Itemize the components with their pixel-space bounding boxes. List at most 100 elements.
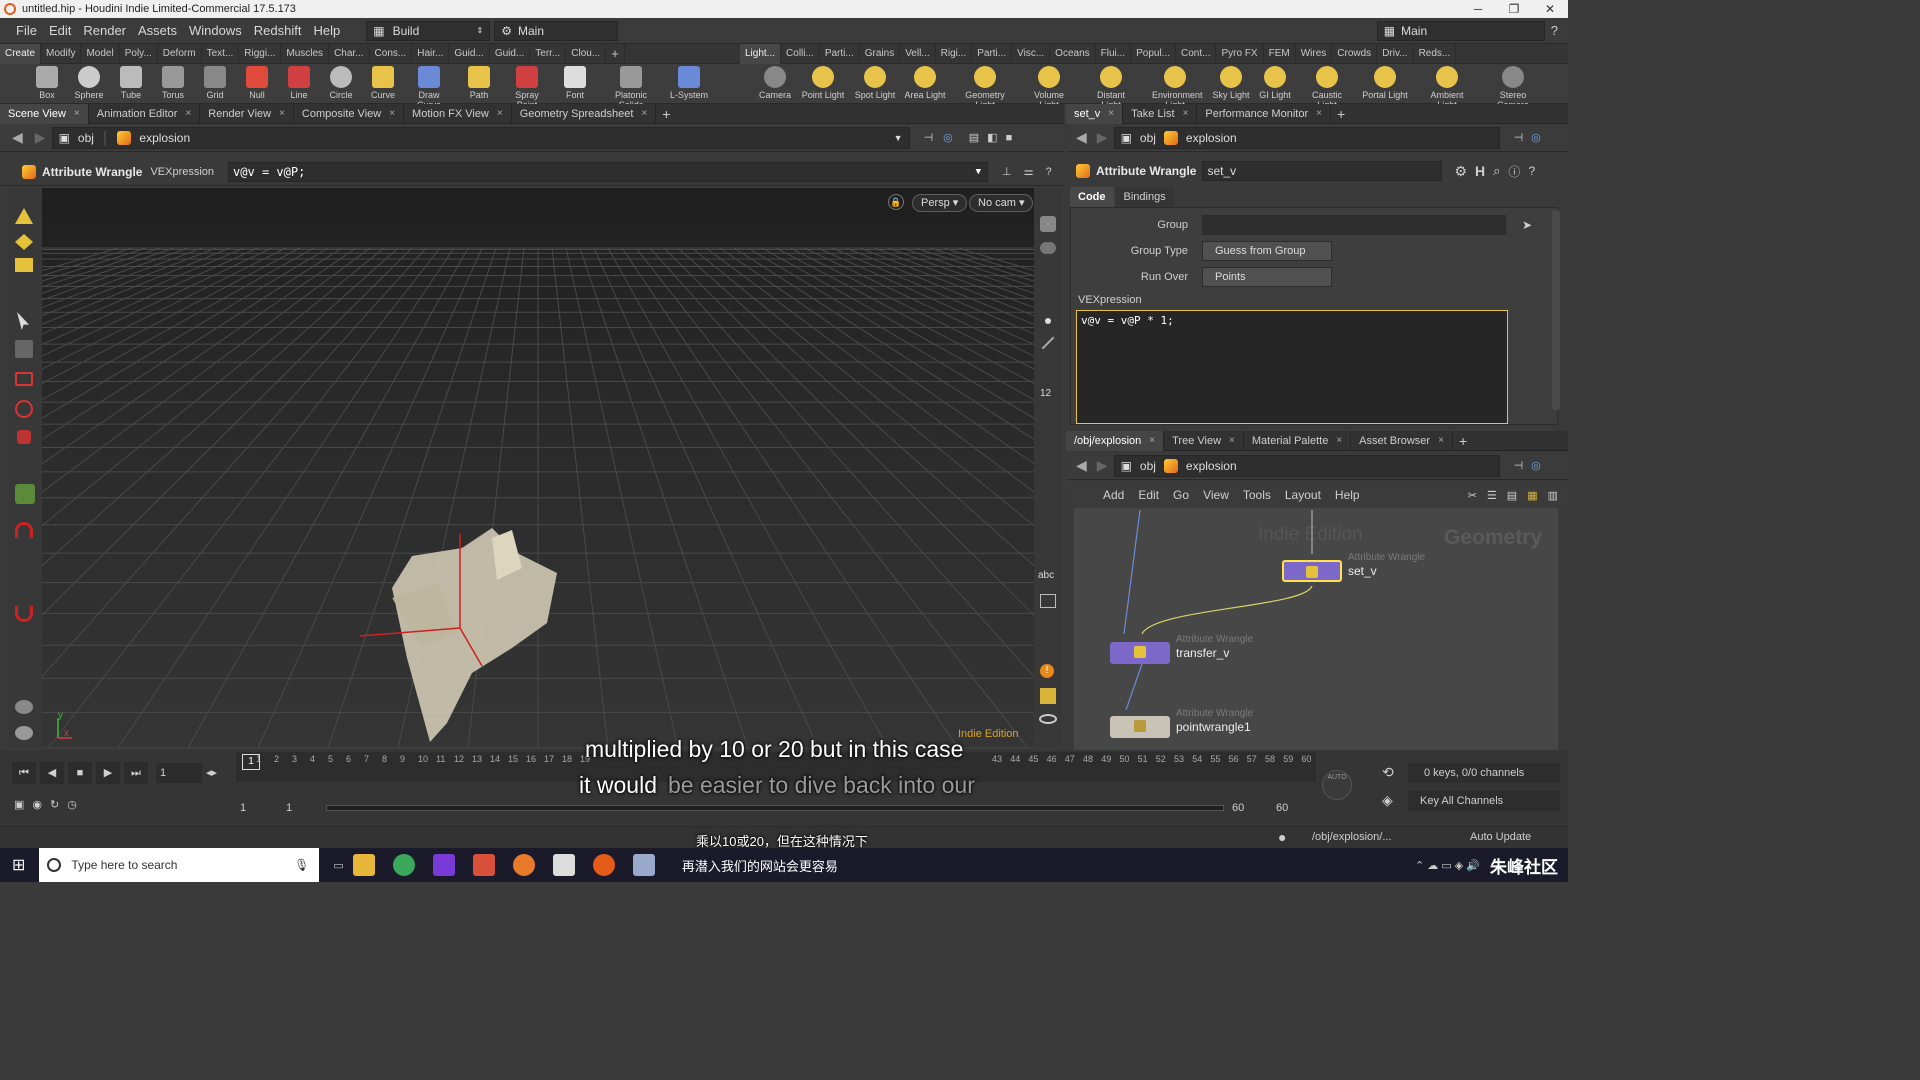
houdini-icon[interactable]: [592, 854, 615, 876]
range-start2-field[interactable]: 1: [282, 799, 322, 817]
tray-icons[interactable]: ⌃ ☁ ▭ ◈ 🔊: [1415, 859, 1480, 872]
node-pointwrangle1[interactable]: [1110, 716, 1170, 738]
light-shelf-tab-15[interactable]: Crowds: [1332, 43, 1378, 64]
left-tab-3[interactable]: Composite View ×: [294, 103, 405, 124]
tab-bindings[interactable]: Bindings: [1115, 187, 1174, 207]
tools-icon[interactable]: ✂: [1468, 489, 1477, 502]
tool-gi-light[interactable]: GI Light: [1252, 66, 1298, 100]
normal-display-icon[interactable]: [1041, 336, 1055, 350]
handle-icon[interactable]: [15, 484, 35, 504]
abc-display-icon[interactable]: abc: [1038, 570, 1054, 581]
path-field[interactable]: ▣ obj │ explosion ▼: [51, 126, 910, 149]
shelf-tab-3[interactable]: Poly...: [120, 43, 158, 64]
close-icon[interactable]: ×: [389, 104, 395, 124]
hda-icon[interactable]: H: [1475, 163, 1485, 179]
network-path-field[interactable]: ▣ obj explosion: [1113, 454, 1500, 477]
close-icon[interactable]: ×: [641, 104, 647, 124]
clock-icon[interactable]: ◷: [67, 798, 77, 811]
chevron-down-icon[interactable]: ▼: [976, 163, 981, 181]
affinity-icon[interactable]: [432, 854, 455, 876]
key-icon[interactable]: ◈: [1382, 792, 1393, 809]
light-shelf-tab-11[interactable]: Cont...: [1176, 43, 1217, 64]
channel-icon[interactable]: ⟲: [1382, 764, 1394, 781]
network-tab-0[interactable]: /obj/explosion ×: [1066, 430, 1165, 451]
move-icon[interactable]: [15, 372, 33, 386]
tool-spot-light[interactable]: Spot Light: [852, 66, 898, 100]
add-tab-icon[interactable]: +: [1459, 433, 1467, 449]
loop-icon[interactable]: ↻: [50, 798, 59, 811]
network-menu-add[interactable]: Add: [1098, 488, 1129, 502]
light-shelf-tab-4[interactable]: Vell...: [900, 43, 936, 64]
back-arrow-icon[interactable]: ◀: [1076, 457, 1087, 474]
left-tab-2[interactable]: Render View ×: [200, 103, 294, 124]
group-type-menu[interactable]: Guess from Group: [1202, 241, 1332, 261]
shelf-tab-0[interactable]: Create: [0, 43, 42, 64]
light-shelf-tab-3[interactable]: Grains: [860, 43, 901, 64]
light-shelf-tab-14[interactable]: Wires: [1296, 43, 1333, 64]
menu-windows[interactable]: Windows: [183, 23, 248, 38]
lock-camera-icon[interactable]: 🔒: [888, 194, 904, 210]
link-icon[interactable]: ◎: [943, 131, 953, 144]
tool-path[interactable]: Path: [456, 66, 502, 100]
tab-code[interactable]: Code: [1070, 187, 1114, 207]
shelf-tab-9[interactable]: Cons...: [370, 43, 413, 64]
link-icon[interactable]: ◎: [1531, 131, 1541, 144]
help-icon[interactable]: ?: [1046, 166, 1052, 178]
number-display-icon[interactable]: 12: [1040, 388, 1051, 399]
tool-curve[interactable]: Curve: [360, 66, 406, 100]
keys-channels-field[interactable]: 0 keys, 0/0 channels: [1408, 763, 1560, 783]
shelf-tab-1[interactable]: Modify: [41, 43, 82, 64]
light-shelf-tab-17[interactable]: Reds...: [1414, 43, 1457, 64]
tool-camera[interactable]: Camera: [752, 66, 798, 100]
rotate-icon[interactable]: [15, 400, 33, 418]
last-frame-icon[interactable]: ⏭: [124, 762, 148, 784]
tool-grid[interactable]: Grid: [192, 66, 238, 100]
grid-display-icon[interactable]: [1040, 688, 1056, 704]
shelf-tab-12[interactable]: Guid...: [490, 43, 531, 64]
network-tab-1[interactable]: Tree View ×: [1164, 430, 1244, 451]
tool-portal-light[interactable]: Portal Light: [1362, 66, 1408, 100]
forward-arrow-icon[interactable]: ▶: [35, 129, 46, 146]
forward-arrow-icon[interactable]: ▶: [1097, 457, 1108, 474]
first-frame-icon[interactable]: ⏮: [12, 762, 36, 784]
pin-icon[interactable]: ⊣: [1514, 459, 1524, 472]
close-icon[interactable]: ×: [1438, 431, 1444, 451]
menu-assets[interactable]: Assets: [132, 23, 183, 38]
select-mode-icon[interactable]: [15, 208, 33, 224]
light-shelf-tab-0[interactable]: Light...: [740, 43, 782, 64]
add-tab-icon[interactable]: +: [662, 106, 670, 122]
menu-help[interactable]: Help: [307, 23, 346, 38]
camera-view-icon[interactable]: ◧: [987, 131, 997, 144]
help-icon[interactable]: ?: [1551, 23, 1558, 38]
scene-viewport[interactable]: 🔒 Persp ▾ No cam ▾ Indie Edition y x: [42, 188, 1034, 748]
layout-icon[interactable]: ▥: [1548, 489, 1558, 502]
right-desktop-selector[interactable]: ▦ Main: [1376, 20, 1545, 41]
tool-tube[interactable]: Tube: [108, 66, 154, 100]
param-scrollbar[interactable]: [1552, 210, 1560, 410]
close-icon[interactable]: ×: [497, 104, 503, 124]
back-arrow-icon[interactable]: ◀: [1076, 129, 1087, 146]
select-points-icon[interactable]: [15, 234, 33, 250]
context-selector[interactable]: ⚙ Main: [494, 20, 619, 41]
current-frame-field[interactable]: 1: [156, 763, 202, 783]
menu-file[interactable]: File: [10, 23, 43, 38]
light-shelf-tab-10[interactable]: Popul...: [1131, 43, 1177, 64]
light-shelf-tab-6[interactable]: Parti...: [972, 43, 1013, 64]
tool-line[interactable]: Line: [276, 66, 322, 100]
tool-l-system[interactable]: L-System: [666, 66, 712, 100]
right-tab-0[interactable]: set_v ×: [1066, 103, 1124, 124]
viewport-layout-icon[interactable]: ▤: [969, 131, 979, 144]
tool-font[interactable]: Font: [552, 66, 598, 100]
snap-tool-icon[interactable]: ⊥: [1002, 165, 1012, 178]
shelf-tab-2[interactable]: Model: [81, 43, 120, 64]
left-tab-1[interactable]: Animation Editor ×: [89, 103, 201, 124]
network-editor[interactable]: Indie Edition Geometry Attribute Wrangle…: [1074, 508, 1558, 750]
add-tab-icon[interactable]: +: [1337, 106, 1345, 122]
magnet-icon[interactable]: [15, 522, 33, 538]
shelf-tab-8[interactable]: Char...: [329, 43, 370, 64]
left-tab-5[interactable]: Geometry Spreadsheet ×: [512, 103, 657, 124]
task-view-icon[interactable]: ▭: [333, 859, 343, 872]
close-icon[interactable]: ×: [1229, 431, 1235, 451]
persp-menu[interactable]: Persp ▾: [912, 194, 968, 212]
node-transfer-v[interactable]: [1110, 642, 1170, 664]
